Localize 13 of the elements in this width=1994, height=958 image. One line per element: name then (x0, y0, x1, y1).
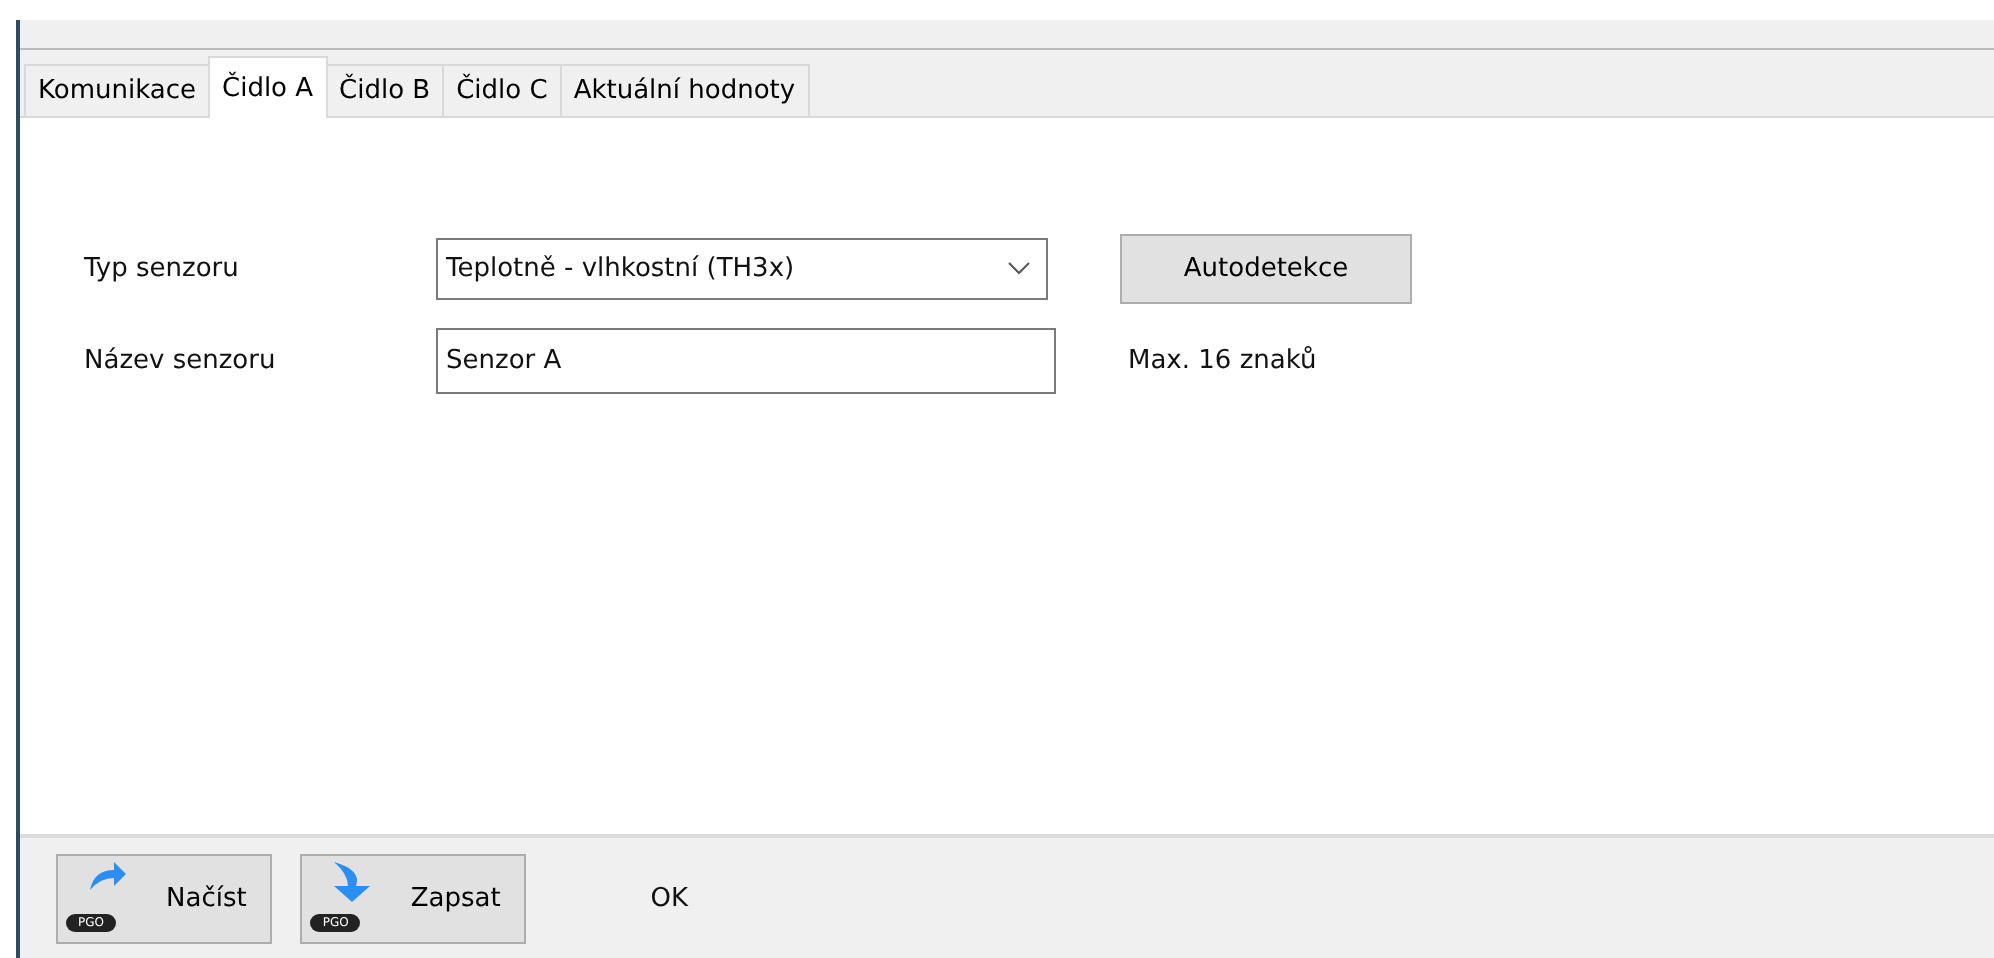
hint-text: Max. 16 znaků (1128, 346, 1317, 376)
tab[interactable]: Komunikace (24, 64, 210, 116)
tab[interactable]: Čidlo A (208, 56, 328, 118)
sensor-name-field[interactable]: Senzor A (436, 328, 1056, 394)
field-label: Název senzoru (84, 346, 278, 376)
status-text: OK (650, 883, 689, 913)
sensor-type-dropdown[interactable]: Teplotně - vlhkostní (TH3x) (436, 238, 1048, 300)
chevron-down-icon (1008, 262, 1030, 276)
arrow-icon (334, 862, 371, 902)
arrow-icon (90, 862, 126, 890)
tab[interactable]: Aktuální hodnoty (559, 64, 810, 116)
autodetect-button[interactable]: Autodetekce (1120, 234, 1412, 304)
field-label: Typ senzoru (84, 254, 241, 284)
